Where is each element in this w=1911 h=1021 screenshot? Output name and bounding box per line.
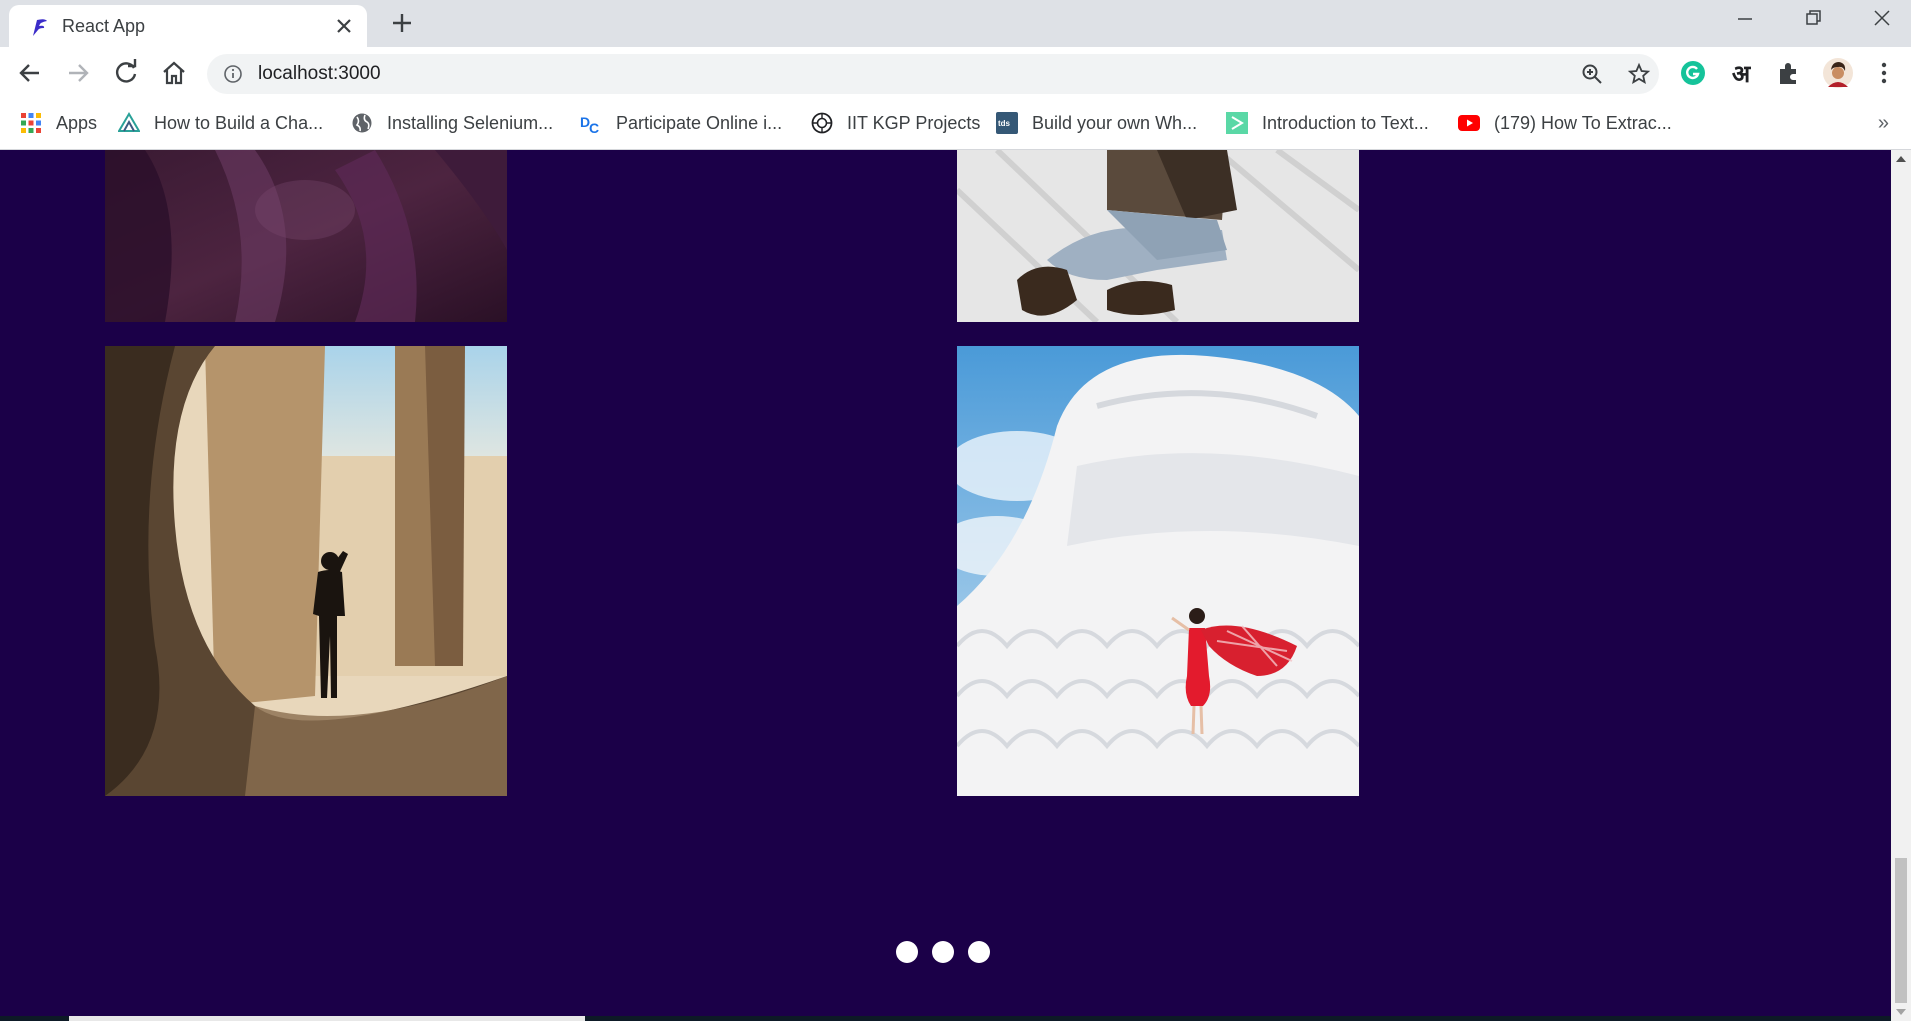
bookmark-apps[interactable]: Apps: [20, 110, 97, 136]
home-icon[interactable]: [158, 57, 190, 89]
bookmark-participate-online[interactable]: D C Participate Online i...: [580, 110, 782, 136]
bookmark-how-to-build-a-chat[interactable]: How to Build a Cha...: [118, 110, 323, 136]
reload-icon[interactable]: [110, 57, 142, 89]
more-bookmarks-chevron[interactable]: »: [1878, 112, 1889, 135]
bookmarks-bar: Apps How to Build a Cha... Installing Se…: [0, 100, 1911, 150]
bookmark-build-your-own[interactable]: tds Build your own Wh...: [996, 110, 1197, 136]
vertical-scrollbar[interactable]: [1891, 150, 1911, 1021]
tab-strip: React App: [0, 0, 1911, 47]
svg-text:tds: tds: [998, 119, 1011, 128]
white-pagoda-red-dress-photo[interactable]: [957, 346, 1359, 796]
close-tab-icon[interactable]: [331, 13, 357, 39]
tds-icon: tds: [996, 112, 1018, 134]
youtube-icon: [1458, 115, 1480, 131]
more-menu-icon[interactable]: [1870, 59, 1898, 87]
avatar[interactable]: [1822, 57, 1854, 89]
react-app-favicon: [33, 19, 47, 36]
forward-arrow-icon[interactable]: [62, 57, 94, 89]
bookmark-star-icon[interactable]: [1627, 62, 1651, 86]
iit-emblem-icon: [811, 112, 833, 134]
zoom-icon[interactable]: [1580, 62, 1604, 86]
scroll-up-arrow-icon[interactable]: [1895, 154, 1907, 164]
vertical-scroll-thumb[interactable]: [1895, 858, 1907, 1003]
restore-icon[interactable]: [1791, 2, 1835, 38]
browser-toolbar: localhost:3000 अ: [0, 47, 1911, 100]
pagination-dot-2[interactable]: [932, 941, 954, 963]
snow-sitting-person-photo[interactable]: [957, 150, 1359, 322]
close-window-icon[interactable]: [1860, 2, 1904, 38]
address-bar[interactable]: localhost:3000: [207, 54, 1659, 94]
apps-grid-icon: [21, 113, 41, 133]
grammarly-icon[interactable]: [1679, 59, 1707, 87]
bookmark-iit-kgp-projects[interactable]: IIT KGP Projects: [811, 110, 980, 136]
horizontal-scroll-thumb[interactable]: [69, 1016, 585, 1021]
green-page-icon: [1226, 112, 1248, 134]
ruins-silhouette-photo[interactable]: [105, 346, 507, 796]
bookmark-label: (179) How To Extrac...: [1494, 112, 1672, 133]
bookmark-label: Apps: [56, 112, 98, 133]
bookmark-label: Build your own Wh...: [1032, 112, 1198, 133]
dark-purple-photo[interactable]: [105, 150, 507, 322]
bookmark-label: Participate Online i...: [616, 112, 783, 133]
globe-icon: [352, 113, 372, 133]
vue-triangle-icon: [118, 112, 140, 132]
url-text[interactable]: localhost:3000: [258, 63, 381, 85]
scroll-down-arrow-icon[interactable]: [1895, 1007, 1907, 1017]
svg-text:C: C: [589, 120, 599, 134]
bookmark-label: Installing Selenium...: [387, 112, 554, 133]
bookmark-label: IIT KGP Projects: [847, 112, 981, 133]
minimize-icon[interactable]: [1723, 2, 1767, 38]
back-arrow-icon[interactable]: [14, 57, 46, 89]
pagination-dots: [896, 941, 990, 963]
dc-logo-icon: D C: [580, 114, 599, 134]
hindi-input-icon[interactable]: अ: [1727, 57, 1755, 88]
bookmark-label: Introduction to Text...: [1262, 112, 1429, 133]
bookmark-how-to-extract[interactable]: (179) How To Extrac...: [1458, 110, 1672, 136]
pagination-dot-3[interactable]: [968, 941, 990, 963]
bookmark-introduction-to-text[interactable]: Introduction to Text...: [1226, 110, 1429, 136]
gallery-page: [0, 150, 1891, 1021]
browser-tab[interactable]: React App: [9, 5, 367, 47]
extensions-puzzle-icon[interactable]: [1775, 59, 1803, 87]
plus-icon[interactable]: [388, 9, 416, 37]
tab-title: React App: [62, 16, 146, 36]
bookmark-label: How to Build a Cha...: [154, 112, 324, 133]
info-icon[interactable]: [223, 64, 243, 84]
pagination-dot-1[interactable]: [896, 941, 918, 963]
bookmark-installing-selenium[interactable]: Installing Selenium...: [351, 110, 553, 136]
